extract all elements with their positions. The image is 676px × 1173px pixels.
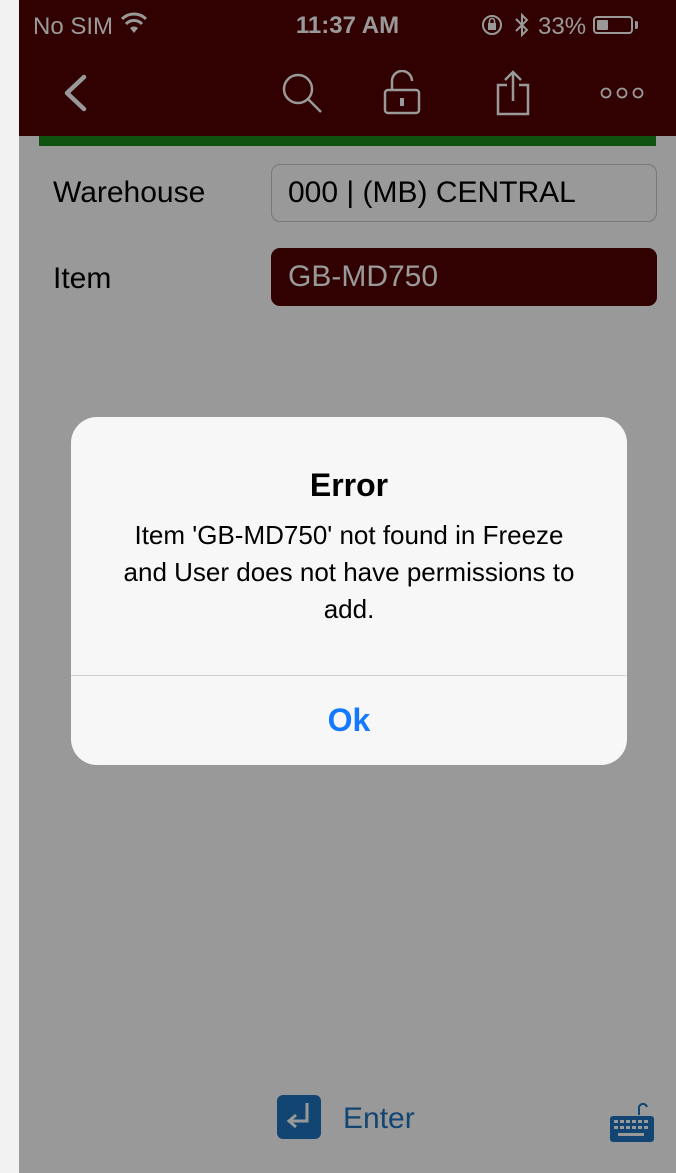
alert-title: Error (309, 467, 389, 503)
error-alert: Error Item 'GB-MD750' not found in Freez… (71, 417, 627, 765)
alert-message: Item 'GB-MD750' not found in Freeze and … (123, 520, 575, 624)
ok-button[interactable]: Ok (71, 676, 627, 765)
phone-screen: No SIM 11:37 AM 33% Warehouse 000 | (MB)… (19, 0, 676, 1173)
